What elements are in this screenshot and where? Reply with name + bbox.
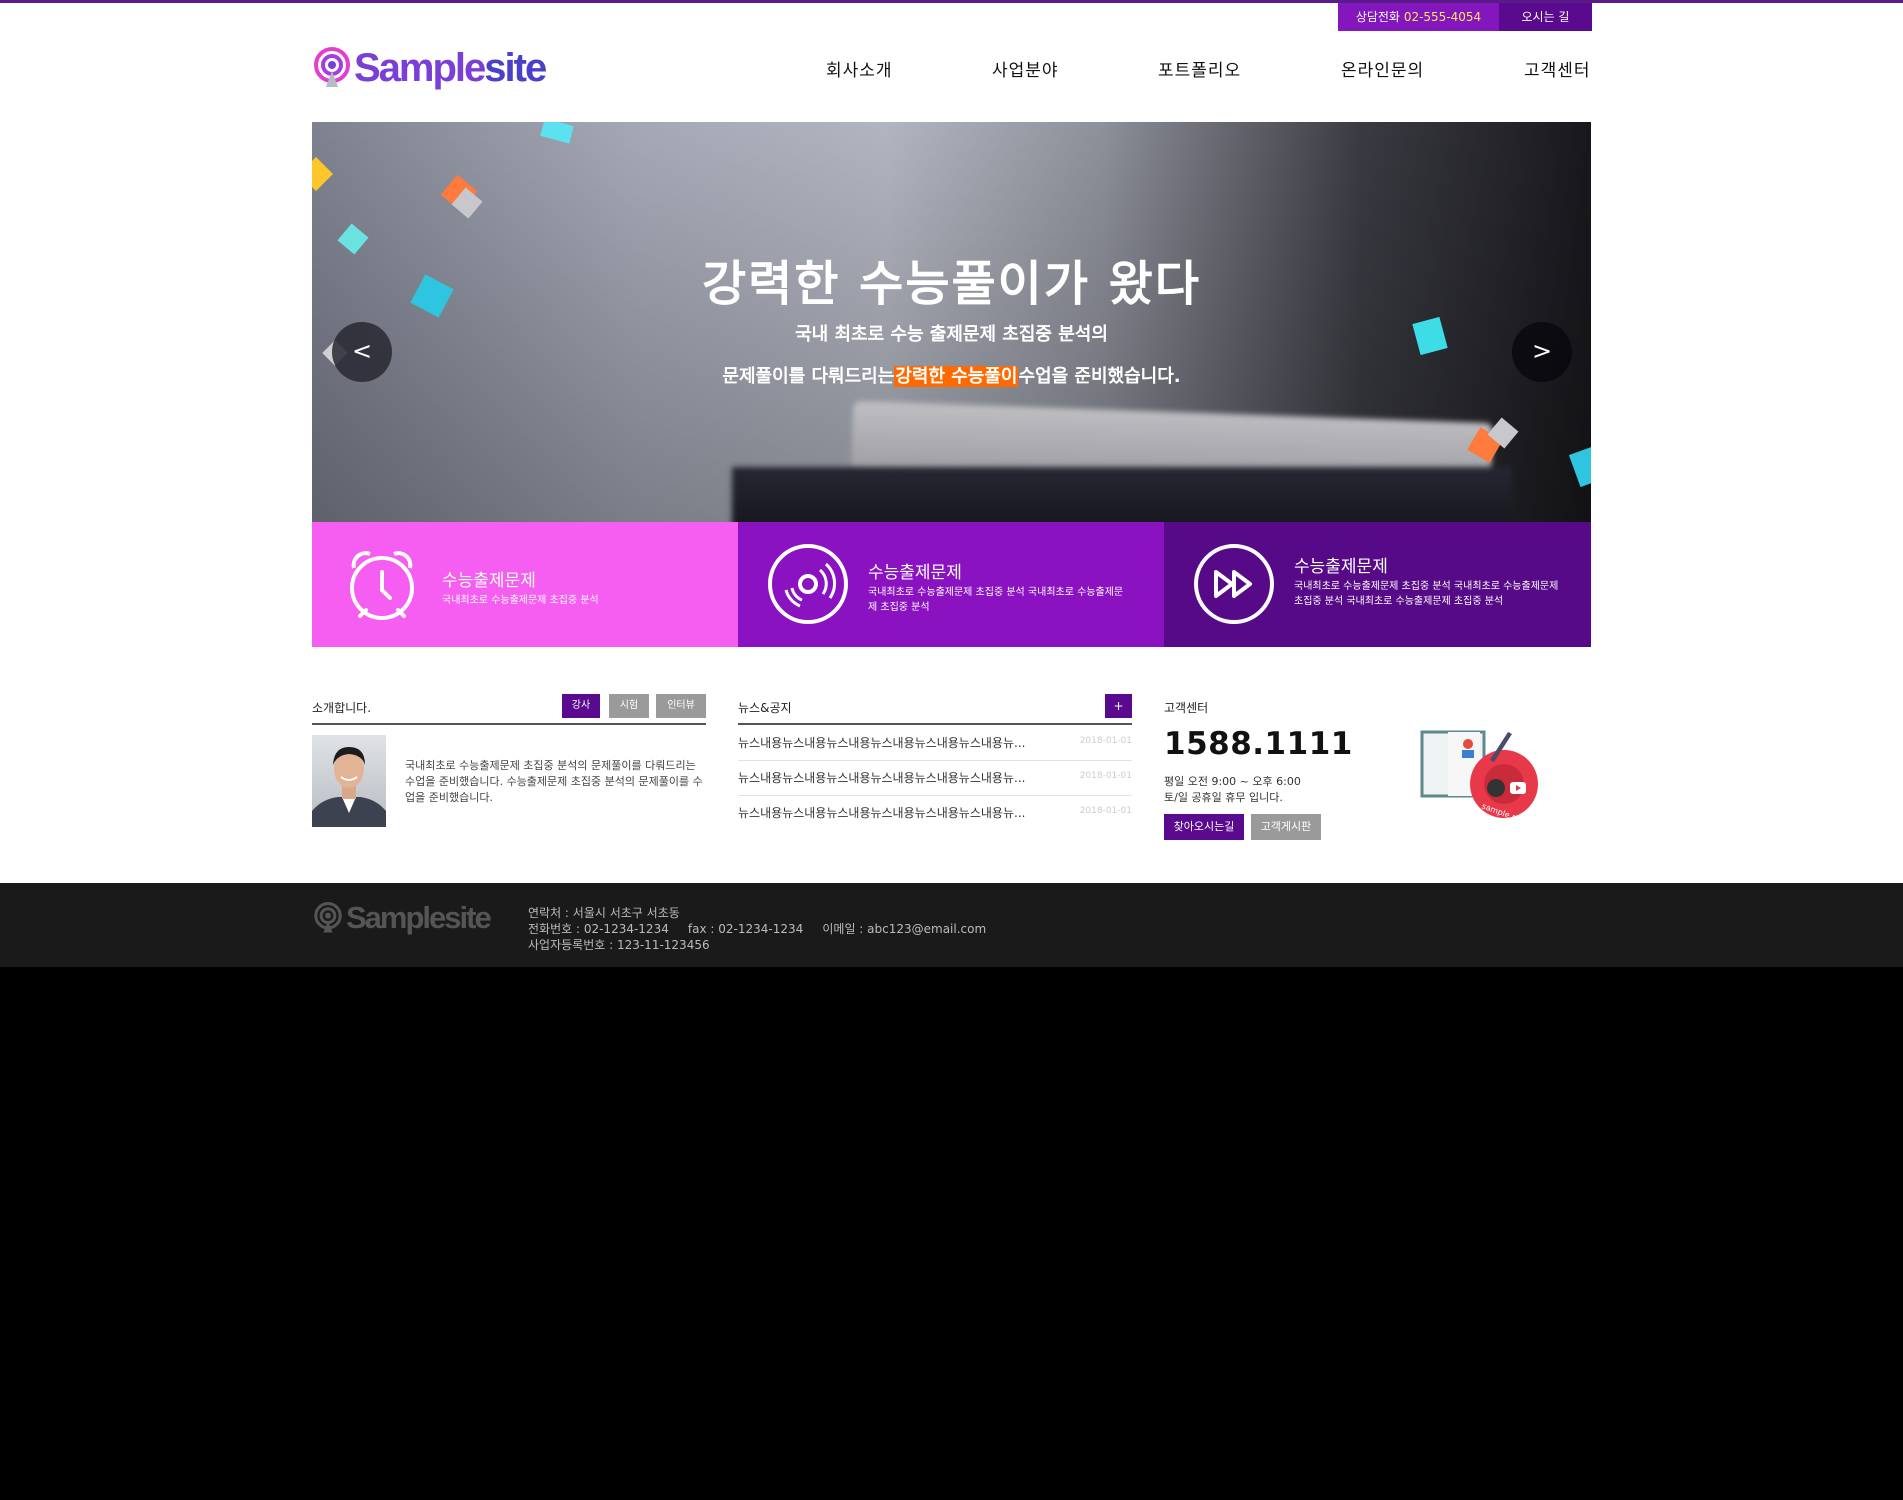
- hero-subtitle-highlight: 강력한 수능풀이: [894, 366, 1019, 387]
- consult-phone-number: 02-555-4054: [1403, 10, 1482, 24]
- footer-business-number: 사업자등록번호 : 123-11-123456: [528, 938, 710, 952]
- sample-movie-illustration: sample movie: [1420, 724, 1540, 829]
- hero-subtitle-line1: 국내 최초로 수능 출제문제 초집중 분석의: [795, 324, 1108, 345]
- feature-desc: 국내최초로 수능출제문제 초집중 분석: [442, 595, 599, 606]
- slider-prev-button[interactable]: <: [332, 322, 392, 382]
- news-item-text: 뉴스내용뉴스내용뉴스내용뉴스내용뉴스내용뉴스내용뉴...: [738, 806, 1026, 820]
- hero-subtitle-line2: 문제풀이를 다뤄드리는강력한 수능풀이수업을 준비했습니다.: [312, 362, 1591, 388]
- intro-divider: [312, 723, 706, 725]
- nav-item-company[interactable]: 회사소개: [826, 56, 893, 81]
- feature-box-1[interactable]: 수능출제문제 국내최초로 수능출제문제 초집중 분석: [312, 522, 738, 647]
- consult-phone-label: 상담전화: [1355, 10, 1400, 24]
- footer-fax: fax : 02-1234-1234: [687, 922, 804, 936]
- feature-text-1: 수능출제문제 국내최초로 수능출제문제 초집중 분석: [442, 566, 702, 608]
- news-item[interactable]: 뉴스내용뉴스내용뉴스내용뉴스내용뉴스내용뉴스내용뉴... 2018-01-01: [738, 760, 1132, 796]
- logo-text: Samplesite: [354, 45, 547, 91]
- cs-hours-weekend: 토/일 공휴일 휴무 입니다.: [1164, 791, 1283, 804]
- slider-next-button[interactable]: >: [1512, 322, 1572, 382]
- feature-desc: 국내최초로 수능출제문제 초집중 분석 국내최초로 수능출제문제 초집중 분석 …: [1294, 581, 1559, 607]
- feature-title: 수능출제문제: [868, 563, 962, 583]
- news-item[interactable]: 뉴스내용뉴스내용뉴스내용뉴스내용뉴스내용뉴스내용뉴... 2018-01-01: [738, 795, 1132, 830]
- site-logo[interactable]: Samplesite: [312, 44, 547, 92]
- consult-phone-link[interactable]: 상담전화 02-555-4054: [1338, 3, 1499, 31]
- logo-text-part2: site: [484, 45, 547, 90]
- feature-box-2[interactable]: 수능출제문제 국내최초로 수능출제문제 초집중 분석 국내최초로 수능출제문제 …: [738, 522, 1164, 647]
- footer-email: 이메일 : abc123@email.com: [822, 922, 987, 936]
- feature-text-2: 수능출제문제 국내최초로 수능출제문제 초집중 분석 국내최초로 수능출제문제 …: [868, 558, 1128, 615]
- feature-title: 수능출제문제: [442, 571, 536, 591]
- instructor-photo: [312, 735, 386, 827]
- hero-subtitle-post: 수업을 준비했습니다.: [1018, 366, 1181, 387]
- news-item-text: 뉴스내용뉴스내용뉴스내용뉴스내용뉴스내용뉴스내용뉴...: [738, 736, 1026, 750]
- directions-button[interactable]: 찾아오시는길: [1164, 814, 1244, 840]
- tab-instructor[interactable]: 강사: [562, 694, 600, 718]
- news-item[interactable]: 뉴스내용뉴스내용뉴스내용뉴스내용뉴스내용뉴스내용뉴... 2018-01-01: [738, 725, 1132, 761]
- news-title: 뉴스&공지: [738, 701, 792, 715]
- cs-hours-weekday: 평일 오전 9:00 ~ 오후 6:00: [1164, 775, 1301, 788]
- logo-text-part1: Sample: [354, 45, 486, 90]
- nav-item-support[interactable]: 고객센터: [1524, 56, 1591, 81]
- disc-icon: [766, 542, 850, 626]
- news-item-date: 2018-01-01: [1079, 736, 1132, 746]
- footer-logo-text: Samplesite: [346, 900, 492, 935]
- feature-text-3: 수능출제문제 국내최초로 수능출제문제 초집중 분석 국내최초로 수능출제문제 …: [1294, 552, 1564, 609]
- footer-address: 연락처 : 서울시 서초구 서초동: [528, 906, 680, 920]
- alarm-clock-icon: [340, 542, 424, 626]
- cs-title: 고객센터: [1164, 701, 1209, 715]
- tab-interview[interactable]: 인터뷰: [656, 694, 706, 718]
- fast-forward-icon: [1192, 542, 1276, 626]
- intro-title: 소개합니다.: [312, 701, 372, 715]
- news-item-date: 2018-01-01: [1079, 806, 1132, 816]
- feature-box-3[interactable]: 수능출제문제 국내최초로 수능출제문제 초집중 분석 국내최초로 수능출제문제 …: [1164, 522, 1591, 647]
- top-accent-line: [0, 0, 1903, 3]
- tab-exam[interactable]: 시험: [609, 694, 649, 718]
- nav-item-portfolio[interactable]: 포트폴리오: [1158, 56, 1241, 81]
- footer-phone: 전화번호 : 02-1234-1234: [528, 922, 669, 936]
- cs-phone-number: 1588.1111: [1164, 726, 1353, 762]
- feature-desc: 국내최초로 수능출제문제 초집중 분석 국내최초로 수능출제문제 초집중 분석: [868, 587, 1124, 613]
- hero-title: 강력한 수능풀이가 왔다: [701, 256, 1202, 312]
- news-item-date: 2018-01-01: [1079, 771, 1132, 781]
- footer-contacts: 전화번호 : 02-1234-1234 fax : 02-1234-1234 이…: [528, 920, 986, 937]
- news-item-text: 뉴스내용뉴스내용뉴스내용뉴스내용뉴스내용뉴스내용뉴...: [738, 771, 1026, 785]
- nav-item-inquiry[interactable]: 온라인문의: [1341, 56, 1424, 81]
- nav-item-business[interactable]: 사업분야: [992, 56, 1059, 81]
- news-more-button[interactable]: +: [1105, 694, 1132, 718]
- logo-broadcast-icon: [312, 47, 352, 89]
- footer-logo: Samplesite: [312, 900, 492, 936]
- directions-link[interactable]: 오시는 길: [1499, 3, 1592, 31]
- hero-slider: 강력한 수능풀이가 왔다 국내 최초로 수능 출제문제 초집중 분석의 문제풀이…: [312, 122, 1591, 522]
- hero-subtitle-pre: 문제풀이를 다뤄드리는: [722, 366, 895, 387]
- feature-title: 수능출제문제: [1294, 557, 1388, 577]
- intro-text: 국내최초로 수능출제문제 초집중 분석의 문제풀이를 다뤄드리는 수업을 준비했…: [405, 759, 703, 804]
- support-board-button[interactable]: 고객게시판: [1251, 814, 1321, 840]
- footer-logo-icon: [314, 902, 342, 933]
